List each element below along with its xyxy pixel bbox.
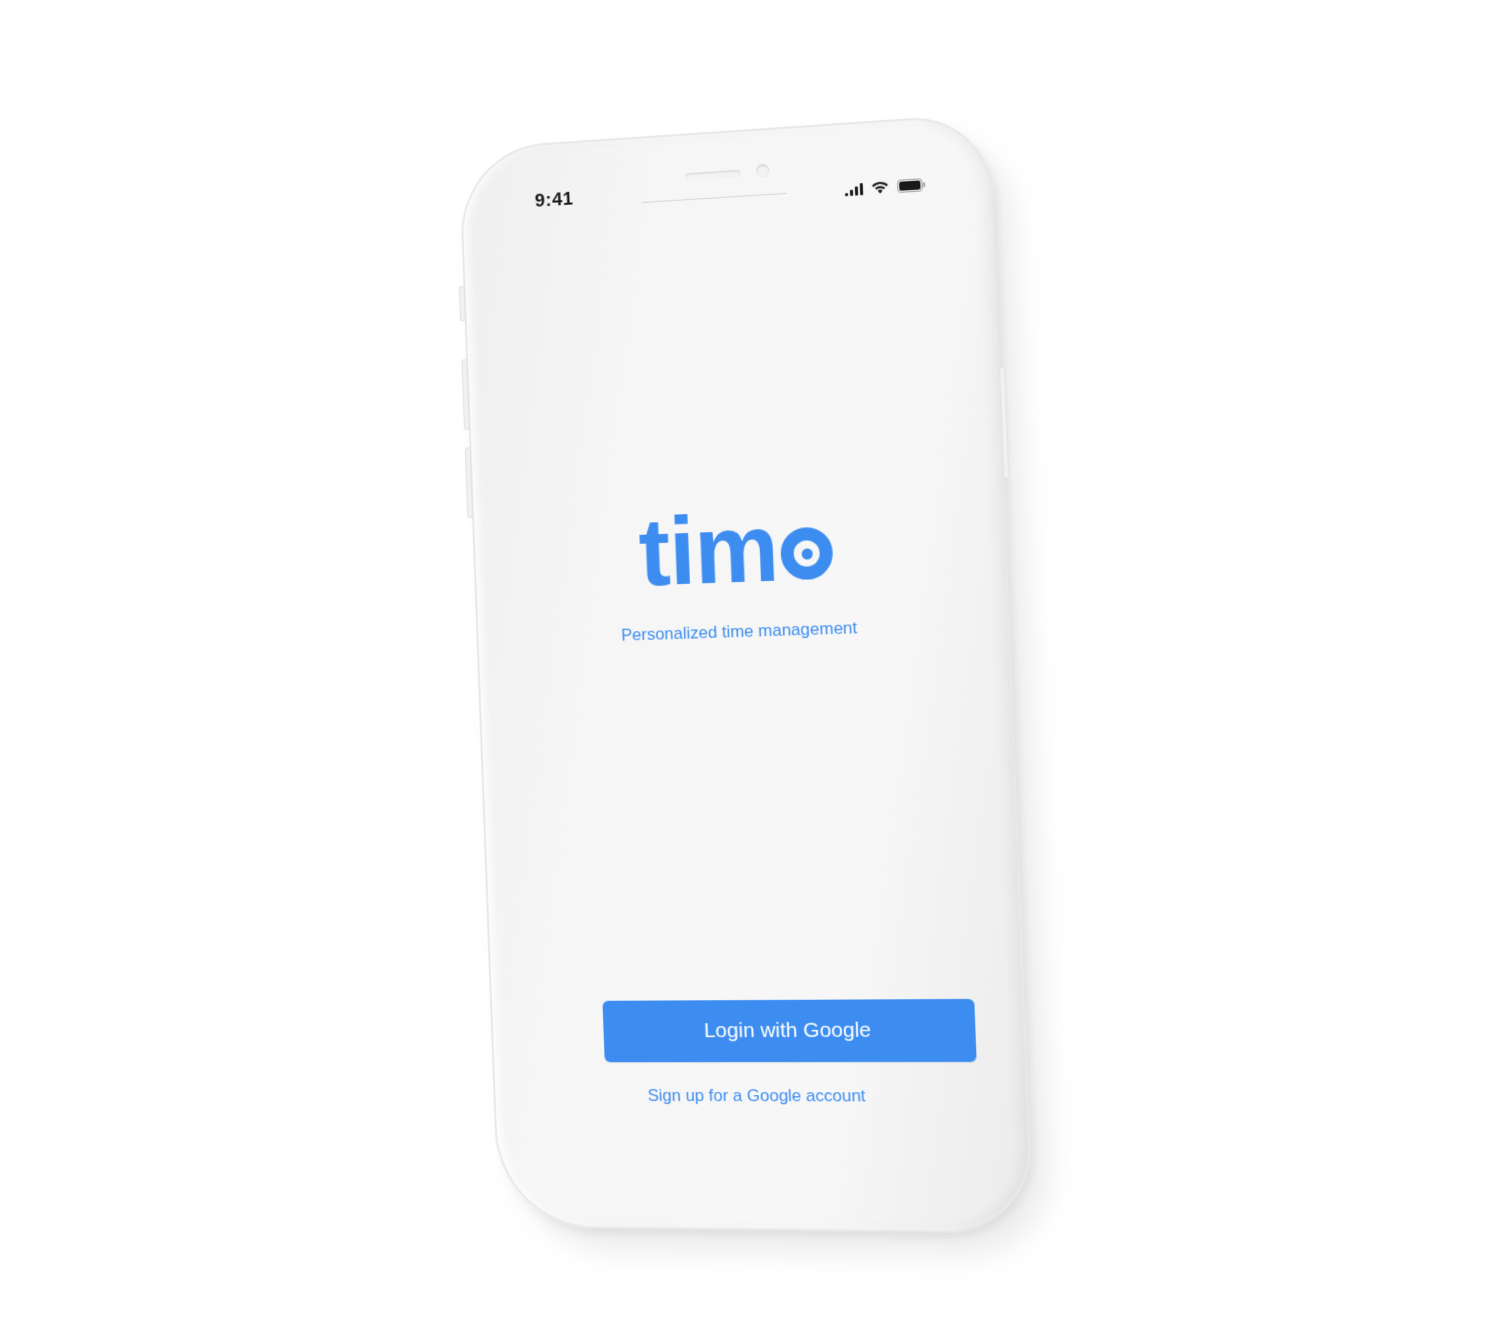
app-logo: tim bbox=[472, 491, 1009, 607]
earpiece-speaker bbox=[685, 169, 741, 181]
login-with-google-button[interactable]: Login with Google bbox=[602, 998, 977, 1063]
battery-icon bbox=[897, 178, 926, 193]
logo-wordmark: tim bbox=[637, 494, 780, 607]
status-time: 9:41 bbox=[534, 188, 574, 212]
notch-divider bbox=[641, 192, 788, 204]
app-screen: 9:41 tim Personalized time management Lo… bbox=[458, 113, 1033, 1234]
app-tagline: Personalized time management bbox=[620, 618, 858, 645]
status-icons bbox=[845, 178, 926, 197]
phone-device: 9:41 tim Personalized time management Lo… bbox=[458, 112, 1034, 1234]
signup-google-account-link[interactable]: Sign up for a Google account bbox=[493, 1086, 1028, 1107]
mockup-stage: 9:41 tim Personalized time management Lo… bbox=[0, 0, 1500, 1339]
signal-icon bbox=[845, 183, 864, 197]
logo-target-icon bbox=[779, 526, 834, 581]
front-camera bbox=[756, 163, 770, 178]
wifi-icon bbox=[871, 180, 890, 194]
